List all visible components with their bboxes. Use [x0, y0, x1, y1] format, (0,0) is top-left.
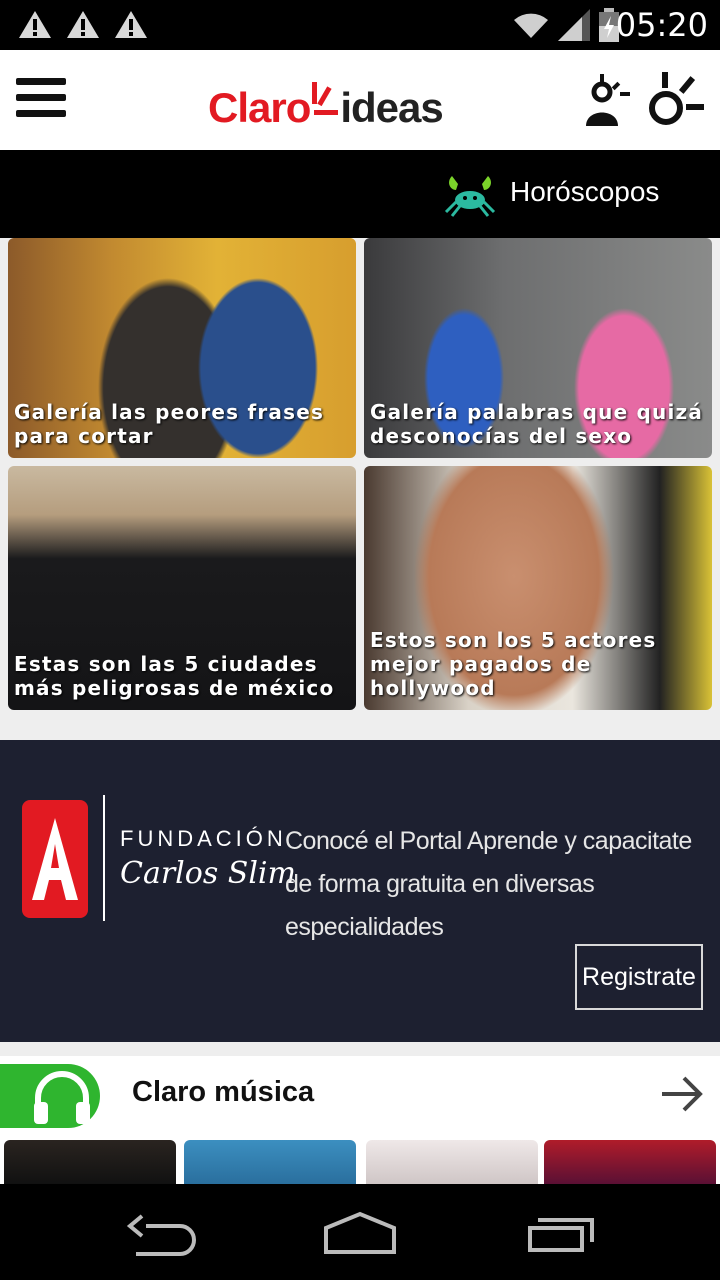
logo-claro-text: Claro [208, 84, 311, 131]
ad-divider [103, 795, 105, 921]
crab-icon [444, 176, 496, 217]
article-caption: Estas son las 5 ciudades más peligrosas … [14, 652, 335, 700]
ad-org-name: FUNDACIÓN [120, 826, 287, 851]
claro-ideas-logo[interactable]: Claro ideas [208, 72, 444, 132]
ad-text: Conocé el Portal Aprende y capacitate de… [285, 827, 692, 941]
article-caption: Galería las peores frases para cortar [14, 400, 325, 448]
article-card[interactable]: Estos son los 5 actores mejor pagados de… [364, 466, 712, 710]
aprende-a-icon [32, 818, 78, 900]
article-card[interactable]: Galería palabras que quizá desconocías d… [364, 238, 712, 458]
article-caption: Galería palabras que quizá desconocías d… [370, 400, 704, 448]
album-cover[interactable] [366, 1140, 538, 1184]
warning-icon [67, 11, 99, 38]
app-header: Claro ideas [0, 50, 720, 150]
arrow-right-icon[interactable] [658, 1074, 706, 1114]
logo-ideas-text: ideas [340, 84, 443, 131]
horoscope-label[interactable]: Horóscopos [510, 176, 659, 208]
user-light-icon[interactable] [584, 72, 632, 128]
warning-icon [115, 11, 147, 38]
wifi-icon [514, 13, 548, 38]
article-caption: Estos son los 5 actores mejor pagados de… [370, 628, 657, 700]
article-card[interactable]: Galería las peores frases para cortar [8, 238, 356, 458]
article-card[interactable]: Estas son las 5 ciudades más peligrosas … [8, 466, 356, 710]
status-bar: 05:20 [0, 0, 720, 50]
recents-icon[interactable] [524, 1210, 600, 1258]
album-cover[interactable] [4, 1140, 176, 1184]
clock: 05:20 [615, 6, 708, 44]
headphones-icon [34, 1071, 90, 1124]
aprende-logo [22, 800, 88, 918]
status-icons [512, 8, 620, 42]
album-cover[interactable] [544, 1140, 716, 1184]
headphones-badge[interactable] [0, 1064, 100, 1128]
menu-icon[interactable] [16, 78, 66, 120]
bulb-icon[interactable] [646, 72, 704, 128]
music-title[interactable]: Claro música [132, 1076, 314, 1109]
signal-icon [558, 9, 590, 41]
home-icon[interactable] [322, 1210, 398, 1258]
logo-spark-icon [312, 82, 339, 115]
ad-org-signature: Carlos Slim [120, 856, 296, 891]
album-cover[interactable] [184, 1140, 356, 1184]
register-button[interactable]: Registrate [575, 944, 703, 1010]
back-icon[interactable] [124, 1210, 200, 1258]
warning-icon [19, 11, 51, 38]
